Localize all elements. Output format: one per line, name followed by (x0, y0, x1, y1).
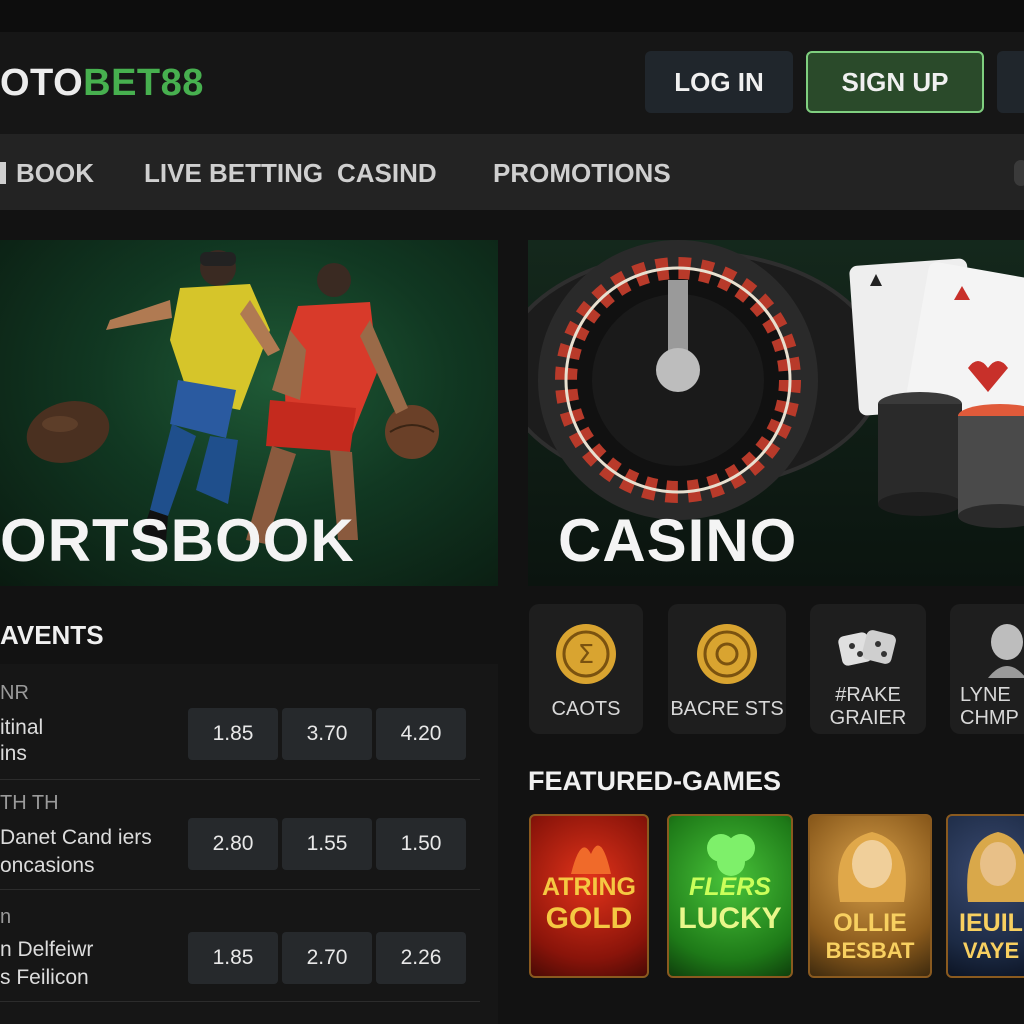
top-strip (0, 0, 1024, 32)
game-title-line2: GOLD (545, 902, 633, 935)
event-league: n (0, 906, 12, 928)
sportsbook-title: ORTSBOOK (0, 507, 355, 574)
category-label-line2: CHMP (960, 707, 1019, 729)
event-team-home: itinal (0, 716, 44, 739)
login-button[interactable]: LOG IN (645, 51, 793, 113)
category-tile-slots[interactable]: Σ CAOTS (529, 604, 643, 734)
game-tile[interactable]: FLERS LUCKY (667, 814, 793, 978)
odds-away-button[interactable]: 4.20 (376, 708, 466, 760)
nav-item-label: BOOK (16, 158, 94, 188)
sportsbook-banner[interactable]: ORTSBOOK (0, 240, 498, 586)
nav-more-icon[interactable] (1014, 160, 1024, 186)
dice-icon (838, 630, 896, 666)
casino-title: CASINO (558, 507, 798, 574)
event-row: NR itinal ins 1.85 3.70 4.20 (0, 670, 480, 780)
category-tile-poker[interactable]: #RAKE GRAIER (810, 604, 926, 734)
category-label-line2: GRAIER (829, 707, 907, 729)
nav-item-promotions[interactable]: PROMOTIONS (493, 158, 671, 189)
event-team-away: s Feilicon (0, 966, 89, 989)
odds-draw-button[interactable]: 2.70 (282, 932, 372, 984)
event-row: n n Delfeiwr s Feilicon 1.85 2.70 2.26 (0, 892, 480, 1002)
site-logo[interactable]: OTOBET88 (0, 62, 204, 105)
odds-away-button[interactable]: 2.26 (376, 932, 466, 984)
featured-games-heading: FEATURED-GAMES (528, 766, 781, 796)
hero-portrait-icon (967, 832, 1024, 902)
nav-item-sportsbook[interactable]: BOOK (0, 158, 94, 189)
game-title-line1: OLLIE (833, 909, 907, 937)
odds-home-button[interactable]: 1.85 (188, 708, 278, 760)
category-tile-baccarat[interactable]: BACRE STS (668, 604, 786, 734)
category-tile-live[interactable]: LYNE CHMP (950, 604, 1024, 734)
game-tile[interactable]: ATRING GOLD (529, 814, 649, 978)
logo-text-part2: BET88 (83, 62, 204, 104)
category-label: BACRE STS (670, 698, 784, 720)
dealer-icon (988, 624, 1024, 678)
event-league: TH TH (0, 792, 59, 814)
category-label: #RAKE (835, 684, 901, 706)
row-divider (0, 1001, 480, 1002)
nav-item-casino[interactable]: CASIND (337, 158, 437, 189)
event-team-away: ins (0, 742, 27, 765)
odds-home-button[interactable]: 2.80 (188, 818, 278, 870)
game-title-line2: LUCKY (678, 902, 782, 935)
nav-marker-icon (0, 162, 6, 184)
nav-item-live-betting[interactable]: LIVE BETTING (144, 158, 323, 189)
game-tile[interactable]: IEUIL VAYE (946, 814, 1024, 978)
game-tile[interactable]: OLLIE BESBAT (808, 814, 932, 978)
events-panel: NR itinal ins 1.85 3.70 4.20 TH TH Danet… (0, 664, 498, 1024)
odds-away-button[interactable]: 1.50 (376, 818, 466, 870)
event-row: TH TH Danet Cand iers oncasions 2.80 1.5… (0, 780, 480, 890)
game-title-line1: ATRING (542, 873, 636, 901)
odds-home-button[interactable]: 1.85 (188, 932, 278, 984)
row-divider (0, 889, 480, 890)
game-title-line2: VAYE (962, 938, 1020, 963)
category-label: LYNE (960, 684, 1011, 706)
event-team-home: n Delfeiwr (0, 938, 94, 961)
goddess-portrait-icon (838, 832, 906, 902)
events-heading: AVENTS (0, 620, 104, 650)
casino-banner[interactable]: CASINO (528, 240, 1024, 586)
game-title-line2: BESBAT (825, 938, 915, 963)
event-league: NR (0, 682, 29, 704)
odds-draw-button[interactable]: 1.55 (282, 818, 372, 870)
game-title-line1: FLERS (689, 873, 771, 901)
event-team-away: oncasions (0, 854, 95, 877)
game-title-line1: IEUIL (959, 909, 1023, 937)
event-team-home: Danet Cand iers (0, 826, 152, 849)
coin-icon (697, 624, 757, 684)
odds-draw-button[interactable]: 3.70 (282, 708, 372, 760)
logo-text-part1: OTO (0, 62, 84, 104)
svg-text:Σ: Σ (578, 640, 594, 670)
signup-button[interactable]: SIGN UP (806, 51, 984, 113)
header-extra-button[interactable] (997, 51, 1024, 113)
coin-icon: Σ (556, 624, 616, 684)
category-label: CAOTS (551, 698, 621, 720)
